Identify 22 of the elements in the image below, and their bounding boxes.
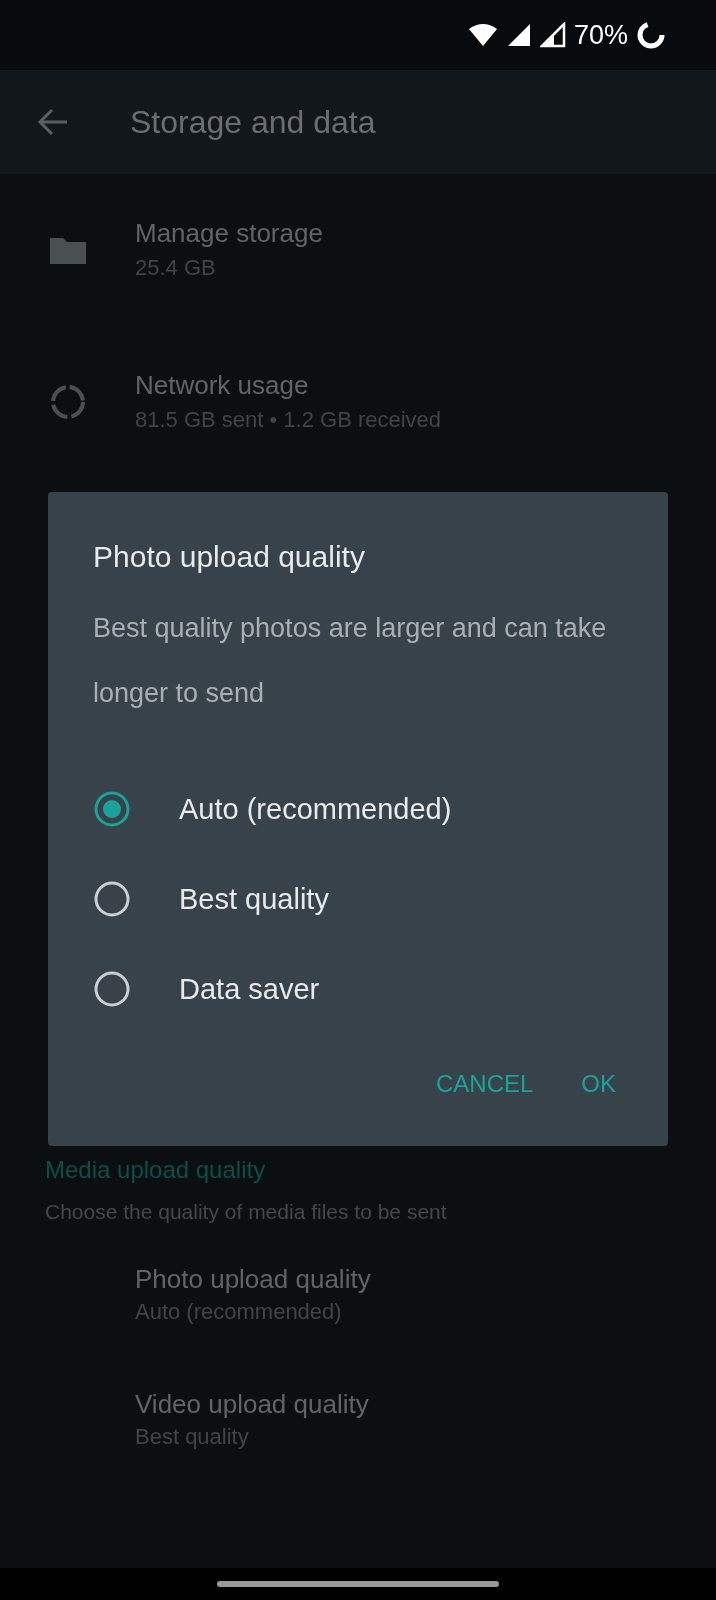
radio-button[interactable] bbox=[93, 790, 131, 828]
dialog-button[interactable]: OK bbox=[569, 1062, 628, 1106]
dialog-title: Photo upload quality bbox=[93, 540, 366, 574]
dialog-button[interactable]: CANCEL bbox=[423, 1062, 546, 1106]
data-usage-icon bbox=[48, 382, 88, 422]
setting-title[interactable]: Manage storage bbox=[135, 218, 323, 249]
radio-option[interactable]: Auto (recommended) bbox=[48, 764, 668, 854]
battery-icon bbox=[636, 20, 666, 50]
section-header: Media upload quality bbox=[45, 1156, 267, 1184]
setting-title[interactable]: Network usage bbox=[135, 370, 442, 401]
setting-title[interactable]: Video upload quality bbox=[135, 1389, 716, 1420]
radio-option[interactable]: Best quality bbox=[48, 854, 668, 944]
dialog-message: Best quality photos are larger and can take longer to send bbox=[93, 612, 608, 710]
radio-option[interactable]: Data saver bbox=[48, 944, 668, 1034]
section-description: Choose the quality of media files to be sent bbox=[45, 1200, 448, 1224]
wifi-icon bbox=[467, 23, 498, 47]
radio-button[interactable] bbox=[93, 970, 131, 1008]
signal-icon bbox=[539, 22, 566, 48]
battery-percentage: 70% bbox=[573, 19, 628, 51]
setting-title[interactable]: Photo upload quality bbox=[135, 1264, 716, 1295]
screen-title: Storage and data bbox=[130, 103, 376, 141]
radio-button[interactable] bbox=[93, 880, 131, 918]
